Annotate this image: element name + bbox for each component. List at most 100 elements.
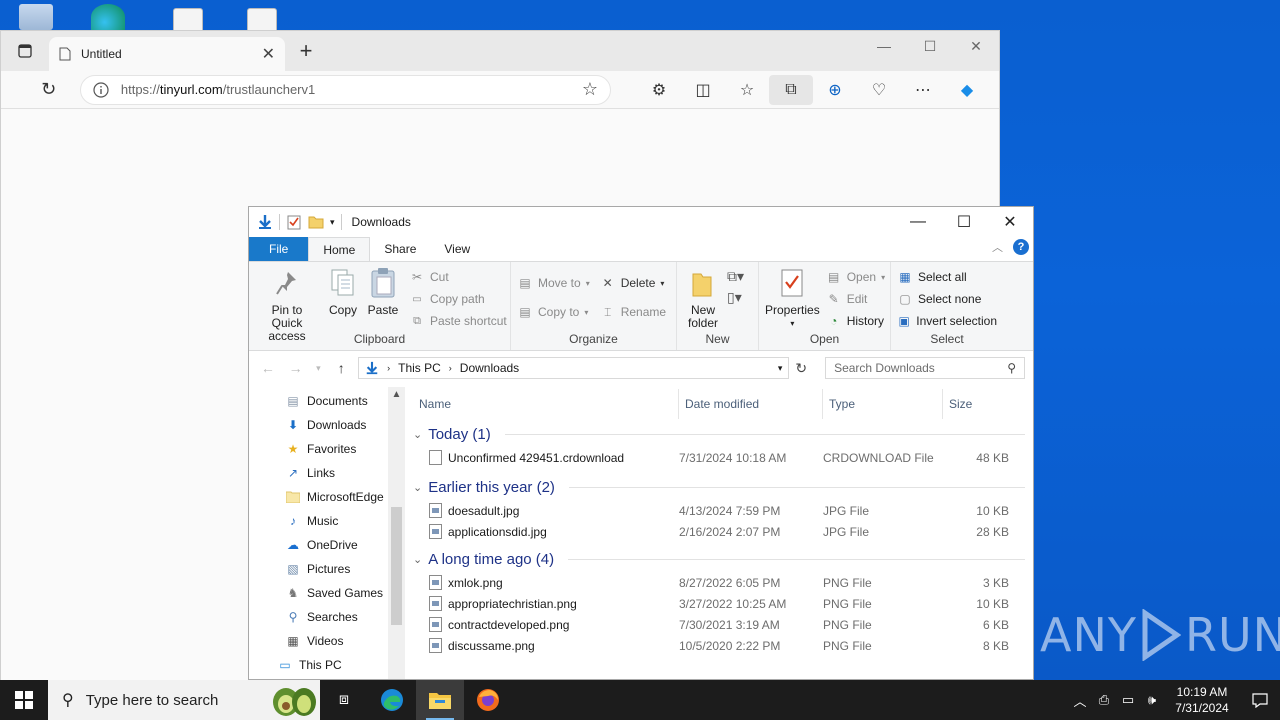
group-label: A long time ago (4) — [428, 550, 555, 568]
new-tab-button[interactable]: + — [289, 38, 323, 64]
nav-pane-scrollbar[interactable]: ▲ — [388, 387, 405, 679]
column-date-modified[interactable]: Date modified — [679, 389, 823, 419]
forward-arrow-icon[interactable]: → — [285, 360, 307, 376]
nav-item-searches[interactable]: ⚲ Searches — [285, 605, 405, 629]
explorer-close-button[interactable]: ✕ — [987, 207, 1033, 237]
task-view-button[interactable]: ⧈ — [320, 680, 368, 720]
network-icon[interactable]: ▭ — [1116, 692, 1140, 708]
properties-button[interactable]: Properties ▾ — [765, 266, 820, 332]
path-dropdown-icon[interactable]: ▾ — [778, 363, 783, 374]
nav-item-documents[interactable]: ▤ Documents — [285, 389, 405, 413]
volume-icon[interactable]: 🕪 — [1140, 692, 1164, 708]
extensions-icon[interactable]: ⚙ — [637, 75, 681, 105]
invert-selection-button[interactable]: ▣ Invert selection — [897, 310, 997, 332]
back-arrow-icon[interactable]: ← — [257, 360, 279, 376]
file-row[interactable]: appropriatechristian.png 3/27/2022 10:25… — [413, 593, 1033, 614]
browser-tab[interactable]: Untitled ✕ — [49, 37, 285, 71]
history-button[interactable]: ◔ History — [826, 310, 885, 332]
copilot-icon[interactable]: ◆ — [945, 75, 989, 105]
path-bar[interactable]: › This PC › Downloads ▾ — [358, 357, 790, 379]
scrollbar-thumb[interactable] — [391, 507, 402, 625]
group-header-earlier-this-year[interactable]: ⌄ Earlier this year (2) — [413, 474, 1033, 500]
file-row[interactable]: applicationsdid.jpg 2/16/2024 2:07 PM JP… — [413, 521, 1033, 542]
refresh-path-icon[interactable]: ↻ — [795, 360, 807, 377]
qa-customize-icon[interactable]: ▾ — [330, 217, 335, 228]
nav-item-saved-games[interactable]: ♞ Saved Games — [285, 581, 405, 605]
explorer-minimize-button[interactable]: — — [895, 207, 941, 237]
new-folder-icon[interactable] — [308, 214, 324, 230]
select-all-button[interactable]: ▦ Select all — [897, 266, 997, 288]
file-row[interactable]: contractdeveloped.png 7/30/2021 3:19 AM … — [413, 614, 1033, 635]
downloads-icon[interactable]: ⊕ — [813, 75, 857, 105]
collapse-ribbon-icon[interactable]: ︿ — [992, 239, 1003, 255]
collections-icon[interactable]: ⧉ — [769, 74, 813, 105]
taskbar-edge-button[interactable] — [368, 680, 416, 720]
address-bar[interactable]: https://tinyurl.com/trustlauncherv1 ☆ — [79, 74, 611, 105]
select-none-button[interactable]: ▢ Select none — [897, 288, 997, 310]
taskbar-search-box[interactable]: ⚲ Type here to search — [48, 680, 320, 720]
refresh-button[interactable]: ↻ — [38, 79, 60, 100]
nav-item-this-pc[interactable]: ▭ This PC — [277, 653, 405, 677]
nav-item-links[interactable]: ↗ Links — [285, 461, 405, 485]
group-header-today[interactable]: ⌄ Today (1) — [413, 421, 1033, 447]
close-button[interactable]: ✕ — [953, 31, 999, 61]
new-item-icon[interactable]: ⧉▾ — [727, 268, 744, 285]
recent-locations-icon[interactable]: ▾ — [313, 363, 325, 374]
properties-check-icon[interactable] — [286, 214, 302, 230]
device-icon[interactable]: ⎙ — [1092, 692, 1116, 708]
search-downloads-input[interactable]: Search Downloads ⚲ — [825, 357, 1025, 379]
show-hidden-icons-chevron-icon[interactable]: ︿ — [1068, 691, 1092, 710]
move-to-button[interactable]: ▤ Move to ▾ — [517, 272, 589, 294]
more-options-icon[interactable]: ⋯ — [901, 75, 945, 105]
close-tab-icon[interactable]: ✕ — [262, 44, 275, 64]
taskbar-firefox-button[interactable] — [464, 680, 512, 720]
column-type[interactable]: Type — [823, 389, 943, 419]
cut-button[interactable]: ✂ Cut — [409, 266, 507, 288]
favorites-icon[interactable]: ☆ — [725, 75, 769, 105]
nav-item-pictures[interactable]: ▧ Pictures — [285, 557, 405, 581]
split-screen-icon[interactable]: ◫ — [681, 75, 725, 105]
column-size[interactable]: Size — [943, 389, 1023, 419]
minimize-button[interactable]: — — [861, 31, 907, 61]
taskbar-file-explorer-button[interactable] — [416, 680, 464, 720]
breadcrumb-this-pc[interactable]: This PC — [398, 361, 441, 375]
tab-share[interactable]: Share — [370, 237, 430, 261]
breadcrumb-downloads[interactable]: Downloads — [460, 361, 519, 375]
open-button[interactable]: ▤ Open ▾ — [826, 266, 885, 288]
up-arrow-icon[interactable]: ↑ — [330, 360, 352, 376]
taskbar-clock[interactable]: 10:19 AM 7/31/2024 — [1164, 684, 1240, 716]
nav-item-favorites[interactable]: ★ Favorites — [285, 437, 405, 461]
tab-home[interactable]: Home — [308, 237, 371, 261]
copy-path-button[interactable]: ▭ Copy path — [409, 288, 507, 310]
easy-access-icon[interactable]: ▯▾ — [727, 289, 744, 306]
browser-essentials-icon[interactable]: ♡ — [857, 75, 901, 105]
favorite-star-icon[interactable]: ☆ — [582, 79, 598, 100]
edit-button[interactable]: ✎ Edit — [826, 288, 885, 310]
copy-to-button[interactable]: ▤ Copy to ▾ — [517, 301, 590, 323]
group-header-long-time-ago[interactable]: ⌄ A long time ago (4) — [413, 546, 1033, 572]
nav-item-videos[interactable]: ▦ Videos — [285, 629, 405, 653]
nav-item-downloads[interactable]: ⬇ Downloads — [285, 413, 405, 437]
help-icon[interactable]: ? — [1013, 239, 1029, 255]
nav-item-microsoftedge[interactable]: MicrosoftEdge — [285, 485, 405, 509]
file-row[interactable]: Unconfirmed 429451.crdownload 7/31/2024 … — [413, 447, 1033, 468]
tab-view[interactable]: View — [430, 237, 484, 261]
nav-item-onedrive[interactable]: ☁ OneDrive — [285, 533, 405, 557]
file-row[interactable]: doesadult.jpg 4/13/2024 7:59 PM JPG File… — [413, 500, 1033, 521]
rename-button[interactable]: ⌶ Rename — [600, 301, 666, 323]
tab-actions-button[interactable] — [1, 44, 49, 58]
paste-shortcut-button[interactable]: ⧉ Paste shortcut — [409, 310, 507, 332]
tab-file[interactable]: File — [249, 237, 309, 261]
file-row[interactable]: discussame.png 10/5/2020 2:22 PM PNG Fil… — [413, 635, 1033, 656]
info-icon[interactable] — [93, 81, 109, 98]
scroll-up-arrow-icon[interactable]: ▲ — [388, 389, 405, 400]
start-button[interactable] — [0, 680, 48, 720]
delete-button[interactable]: ✕ Delete ▾ — [600, 272, 666, 294]
notification-center-button[interactable] — [1240, 692, 1280, 708]
nav-item-music[interactable]: ♪ Music — [285, 509, 405, 533]
explorer-maximize-button[interactable]: ☐ — [941, 207, 987, 237]
maximize-button[interactable]: ☐ — [907, 31, 953, 61]
new-folder-button[interactable]: New folder — [683, 266, 723, 330]
column-name[interactable]: Name — [413, 389, 679, 419]
file-row[interactable]: xmlok.png 8/27/2022 6:05 PM PNG File 3 K… — [413, 572, 1033, 593]
